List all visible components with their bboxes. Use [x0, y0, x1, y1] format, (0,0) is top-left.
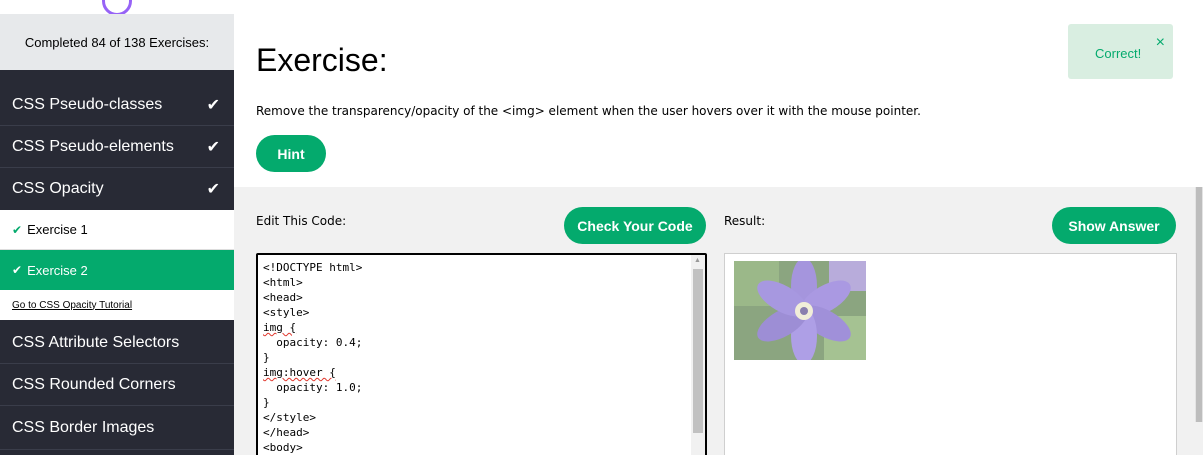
code-line: <style> — [263, 306, 310, 319]
sidebar-item-attribute-selectors[interactable]: CSS Attribute Selectors — [0, 322, 234, 364]
code-line: } — [263, 351, 270, 364]
sidebar-item-pseudo-classes[interactable]: CSS Pseudo-classes ✔ — [0, 84, 234, 126]
sidebar-item-label: CSS Opacity — [12, 180, 104, 197]
toast-message: Correct! — [1095, 46, 1142, 61]
code-line: </style> — [263, 411, 316, 424]
flower-image — [734, 261, 866, 360]
check-icon: ✔ — [206, 181, 220, 198]
sidebar: Completed 84 of 138 Exercises: CSS Pseud… — [0, 0, 234, 455]
page-scrollbar-thumb[interactable] — [1196, 187, 1202, 422]
code-line: <head> — [263, 291, 303, 304]
sidebar-subitem-exercise-2[interactable]: ✔ Exercise 2 — [0, 250, 234, 290]
sidebar-item-label: CSS Border Images — [12, 418, 155, 436]
hint-button[interactable]: Hint — [256, 135, 326, 172]
code-line: <body> — [263, 441, 303, 454]
page: Completed 84 of 138 Exercises: CSS Pseud… — [0, 0, 1203, 455]
check-icon: ✔ — [12, 263, 23, 277]
main-content: Exercise: Remove the transparency/opacit… — [234, 0, 1203, 455]
show-answer-button[interactable]: Show Answer — [1052, 207, 1176, 244]
sidebar-subitem-exercise-1[interactable]: ✔ Exercise 1 — [0, 210, 234, 250]
sidebar-item-label: CSS Attribute Selectors — [12, 333, 180, 351]
close-icon[interactable]: × — [1156, 34, 1165, 52]
sidebar-item-opacity[interactable]: CSS Opacity ✔ — [0, 168, 234, 210]
code-line: img:hover { — [263, 366, 336, 379]
result-frame — [724, 253, 1177, 455]
code-line: <html> — [263, 276, 303, 289]
success-toast: Correct! × — [1068, 24, 1173, 79]
code-line: <!DOCTYPE html> — [263, 261, 363, 274]
code-line: opacity: 0.4; — [263, 336, 363, 349]
tutorial-link[interactable]: Go to CSS Opacity Tutorial — [0, 290, 234, 320]
sidebar-item-label: CSS Pseudo-classes — [12, 95, 163, 113]
result-label: Result: — [724, 214, 766, 228]
sidebar-subitem-label: Exercise 1 — [27, 222, 88, 237]
code-line: } — [263, 396, 270, 409]
check-icon: ✔ — [206, 96, 220, 114]
sidebar-subitem-label: Exercise 2 — [27, 262, 88, 278]
sidebar-item-rounded-corners[interactable]: CSS Rounded Corners — [0, 364, 234, 406]
sidebar-item-label: CSS Pseudo-elements — [12, 137, 174, 155]
editor-scrollbar[interactable]: ▲ — [691, 255, 705, 455]
sidebar-top-strip — [0, 0, 234, 16]
progress-summary: Completed 84 of 138 Exercises: — [0, 14, 234, 70]
page-scrollbar[interactable] — [1195, 187, 1203, 422]
sidebar-item-label: CSS Rounded Corners — [12, 375, 176, 393]
page-title: Exercise: — [256, 42, 388, 78]
check-icon: ✔ — [206, 138, 220, 156]
code-editor[interactable]: <!DOCTYPE html> <html> <head> <style> im… — [256, 253, 707, 455]
scrollbar-thumb[interactable] — [693, 269, 703, 433]
sidebar-item-border-images[interactable]: CSS Border Images — [0, 406, 234, 450]
check-icon: ✔ — [12, 222, 23, 237]
exercise-instruction: Remove the transparency/opacity of the <… — [256, 104, 921, 118]
code-line: opacity: 1.0; — [263, 381, 363, 394]
editor-label: Edit This Code: — [256, 214, 347, 228]
check-code-button[interactable]: Check Your Code — [564, 207, 706, 244]
code-line: img { — [263, 321, 297, 334]
code-line: </head> — [263, 426, 310, 439]
scroll-up-arrow-icon[interactable]: ▲ — [694, 257, 701, 264]
sidebar-item-pseudo-elements[interactable]: CSS Pseudo-elements ✔ — [0, 126, 234, 168]
